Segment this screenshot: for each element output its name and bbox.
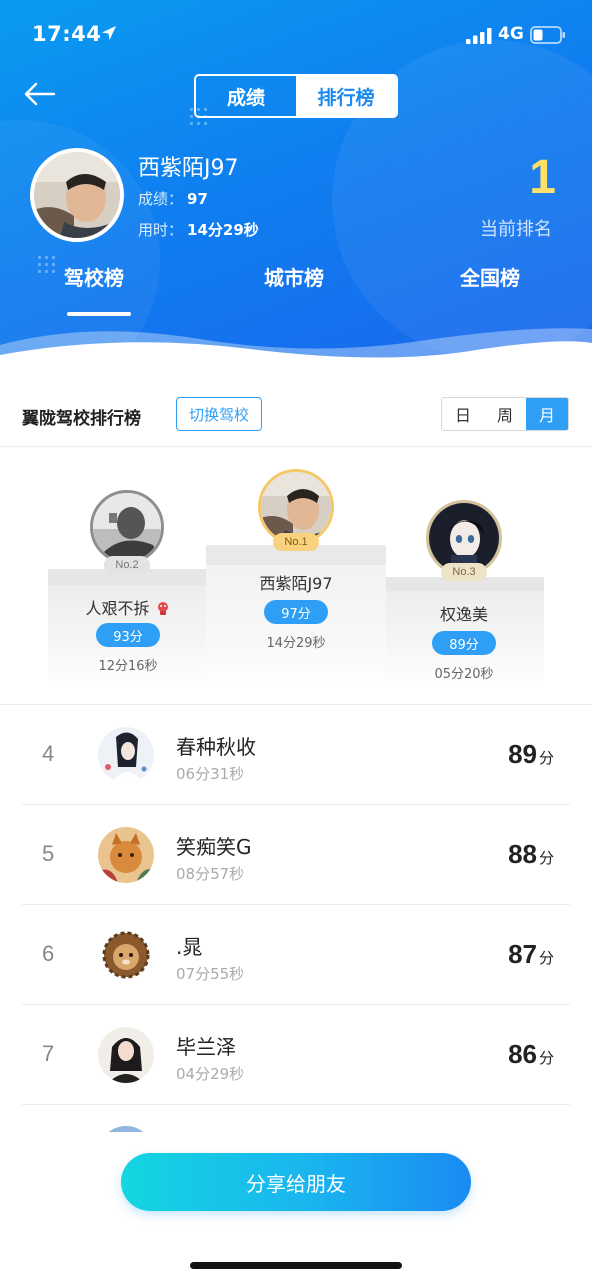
period-day[interactable]: 日	[442, 398, 484, 430]
my-time: 14分29秒	[187, 221, 259, 239]
podium-2-badge: No.2	[104, 556, 150, 574]
list-name: 春种秋收	[176, 735, 256, 759]
list-time: 04分29秒	[176, 1065, 245, 1083]
list-name: 笑痴笑G	[176, 835, 252, 859]
list-item[interactable]: 4 春种秋收 06分31秒 89 分	[22, 705, 570, 805]
my-score: 97	[187, 190, 208, 208]
battery-icon	[530, 26, 565, 44]
my-rank-label: 当前排名	[480, 219, 552, 240]
my-rank: 1	[529, 151, 556, 204]
podium-3-name: 权逸美	[439, 605, 488, 624]
podium-2-name-row: 人艰不拆	[48, 595, 208, 619]
segment-leaderboard[interactable]: 排行榜	[296, 76, 396, 116]
list-avatar	[98, 1126, 154, 1132]
podium-2-name: 人艰不拆	[85, 599, 150, 618]
list-time: 06分31秒	[176, 765, 245, 783]
list-score: 86 分	[508, 1039, 554, 1070]
my-avatar	[30, 148, 124, 242]
status-bar: 17:44 4G	[0, 0, 592, 70]
tab-city[interactable]: 城市榜	[264, 262, 324, 291]
podium-3-badge: No.3	[441, 563, 487, 581]
list-score: 89 分	[508, 739, 554, 770]
leaderboard-tabs: 驾校榜 城市榜 全国榜	[0, 262, 592, 322]
view-segmented-control: 成绩 排行榜	[194, 74, 398, 118]
location-arrow-icon	[102, 26, 116, 40]
my-time-label: 用时：	[138, 221, 184, 239]
podium-2-time: 12分16秒	[98, 659, 158, 674]
back-arrow-icon[interactable]	[22, 80, 56, 108]
list-rank: 5	[42, 841, 55, 866]
list-time: 07分55秒	[176, 965, 245, 983]
list-rank: 7	[42, 1041, 55, 1066]
list-avatar	[98, 927, 154, 983]
my-score-label: 成绩：	[138, 190, 184, 208]
list-avatar	[98, 727, 154, 783]
tab-national[interactable]: 全国榜	[460, 262, 520, 291]
list-score-unit: 分	[538, 950, 554, 967]
dots-decor	[188, 106, 210, 128]
list-score: 87 分	[508, 939, 554, 970]
podium-3-score: 89分	[432, 631, 496, 655]
share-button[interactable]: 分享给朋友	[121, 1153, 471, 1211]
list-rank: 6	[42, 941, 55, 966]
network-type: 4G	[498, 24, 524, 44]
list-name: .晁	[176, 935, 203, 959]
podium-2-score: 93分	[96, 623, 160, 647]
status-time: 17:44	[32, 22, 102, 46]
list-score-value: 89	[508, 739, 537, 769]
signal-icon	[466, 28, 492, 44]
period-selector: 日 周 月	[441, 397, 569, 431]
list-item-partial	[98, 1126, 154, 1132]
list-item[interactable]: 6 .晁 07分55秒 87 分	[22, 905, 570, 1005]
list-score-value: 86	[508, 1039, 537, 1069]
period-week[interactable]: 周	[484, 398, 526, 430]
switch-school-button[interactable]: 切换驾校	[176, 397, 262, 431]
list-score-unit: 分	[538, 850, 554, 867]
list-avatar	[98, 827, 154, 883]
list-score: 88 分	[508, 839, 554, 870]
list-score-value: 87	[508, 939, 537, 969]
header: 17:44 4G 成绩 排行榜 西紫陌J97 成绩： 97 用时： 14分29秒…	[0, 0, 592, 375]
my-name: 西紫陌J97	[138, 156, 239, 181]
list-score-unit: 分	[538, 750, 554, 767]
list-item[interactable]: 7 毕兰泽 04分29秒 86 分	[22, 1005, 570, 1105]
podium-1-time: 14分29秒	[266, 636, 326, 651]
podium-1-badge: No.1	[273, 533, 319, 551]
segment-scores[interactable]: 成绩	[196, 76, 296, 116]
podium-3-time: 05分20秒	[434, 667, 494, 682]
list-time: 08分57秒	[176, 865, 245, 883]
tab-school[interactable]: 驾校榜	[64, 262, 124, 291]
list-name: 毕兰泽	[176, 1035, 236, 1059]
podium-1-score: 97分	[264, 600, 328, 624]
list-score-value: 88	[508, 839, 537, 869]
list-rank: 4	[42, 741, 55, 766]
board-title: 翼陇驾校排行榜	[22, 409, 141, 429]
podium-2-avatar	[90, 490, 164, 564]
home-indicator	[190, 1262, 402, 1269]
list-score-unit: 分	[538, 1050, 554, 1067]
list-avatar	[98, 1027, 154, 1083]
list-item[interactable]: 5 笑痴笑G 08分57秒 88 分	[22, 805, 570, 905]
podium-1-name: 西紫陌J97	[259, 574, 333, 593]
my-time-line: 用时： 14分29秒	[138, 219, 259, 240]
wave-decor	[0, 328, 592, 375]
my-score-line: 成绩： 97	[138, 188, 208, 209]
divider	[0, 446, 592, 447]
period-month[interactable]: 月	[526, 398, 568, 430]
emoji-icon	[157, 602, 168, 615]
